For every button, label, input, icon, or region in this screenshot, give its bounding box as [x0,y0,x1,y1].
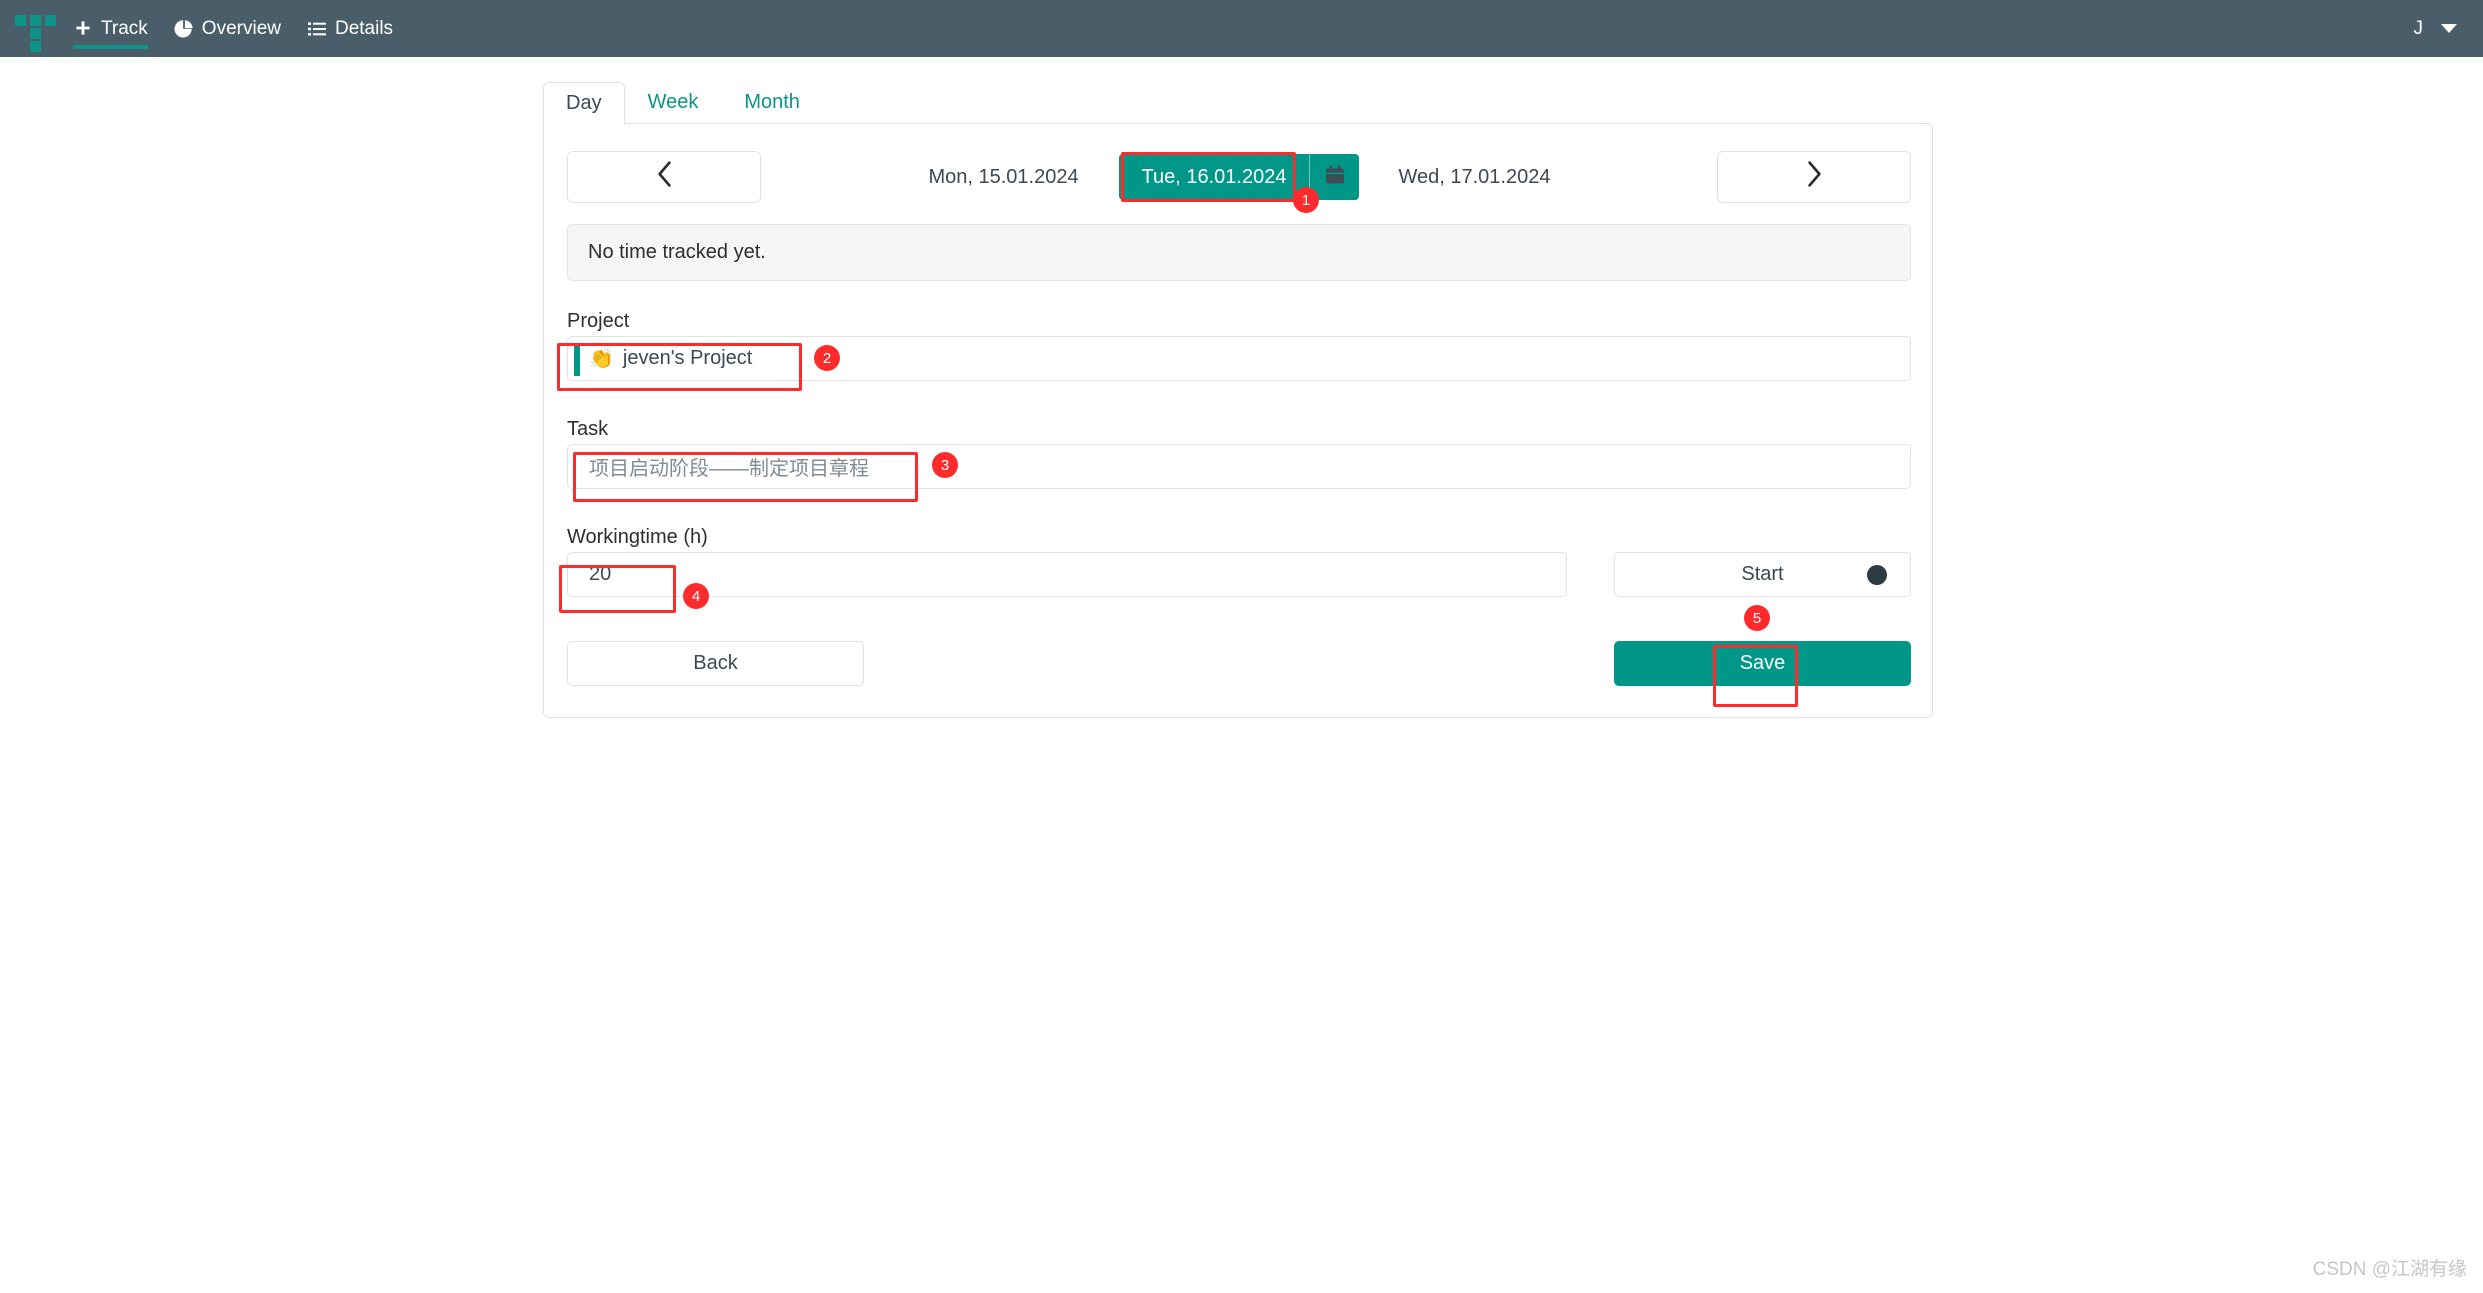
tracking-card: Mon, 15.01.2024 Tue, 16.01.2024 Wed, 17.… [543,123,1933,718]
workingtime-value: 20 [589,563,612,585]
user-menu[interactable]: J [2414,18,2483,40]
back-button-label: Back [693,652,738,674]
date-picker-group: Mon, 15.01.2024 Tue, 16.01.2024 Wed, 17.… [761,154,1717,200]
list-icon [307,19,327,39]
workingtime-label: Workingtime (h) [567,526,708,548]
next-date-label[interactable]: Wed, 17.01.2024 [1359,166,1589,189]
user-initial: J [2413,17,2424,39]
logo-square [30,15,41,26]
logo-square [45,15,56,26]
save-button[interactable]: Save [1614,641,1911,686]
tab-day-label: Day [566,92,602,114]
watermark: CSDN @江湖有缘 [2312,1259,2467,1280]
chevron-down-icon [2441,24,2457,33]
tab-month-label: Month [744,91,800,113]
tab-day[interactable]: Day [543,82,625,125]
nav-item-track-label: Track [101,17,148,39]
no-time-tracked-alert: No time tracked yet. [567,224,1911,281]
next-day-button[interactable] [1717,151,1911,203]
nav-item-details-label: Details [334,17,394,39]
record-dot-icon [1867,564,1887,585]
nav-item-overview[interactable]: Overview [161,0,294,57]
tab-week-label: Week [647,91,699,113]
plus-icon [73,19,93,39]
current-date-group: Tue, 16.01.2024 [1118,154,1360,200]
logo-square [30,28,41,39]
save-button-label: Save [1739,652,1786,674]
tab-month[interactable]: Month [721,81,823,124]
top-navbar: Track Overview Details J [0,0,2483,57]
pie-chart-icon [174,19,194,39]
start-button[interactable]: Start [1614,552,1911,597]
project-label: Project [567,310,630,332]
task-value: 项目启动阶段——制定项目章程 [589,458,869,480]
prev-day-button[interactable] [567,151,761,203]
start-button-label: Start [1741,563,1784,585]
calendar-button[interactable] [1309,154,1360,200]
project-value: jeven's Project [622,347,753,369]
current-date-button[interactable]: Tue, 16.01.2024 [1118,154,1310,200]
logo-square [15,15,26,26]
timetracker-logo[interactable] [8,0,60,57]
tab-week[interactable]: Week [625,81,722,124]
nav-item-details[interactable]: Details [294,0,406,57]
calendar-icon [1323,163,1347,192]
nav-item-overview-label: Overview [201,17,281,39]
project-input[interactable]: 👏 jeven's Project [567,336,1911,381]
alert-message: No time tracked yet. [588,241,766,263]
date-navigation: Mon, 15.01.2024 Tue, 16.01.2024 Wed, 17.… [567,151,1911,203]
back-button[interactable]: Back [567,641,864,686]
chevron-left-icon [657,160,672,194]
task-label: Task [567,418,609,440]
chevron-right-icon [1807,160,1822,194]
workingtime-input[interactable]: 20 [567,552,1567,597]
nav-item-track[interactable]: Track [60,0,161,57]
clapping-hands-icon: 👏 [589,347,614,370]
period-tabs: Day Week Month [543,81,1933,125]
project-active-indicator [574,343,580,376]
prev-date-label[interactable]: Mon, 15.01.2024 [889,166,1119,189]
task-input[interactable]: 项目启动阶段——制定项目章程 [567,444,1911,489]
logo-square [30,41,41,52]
